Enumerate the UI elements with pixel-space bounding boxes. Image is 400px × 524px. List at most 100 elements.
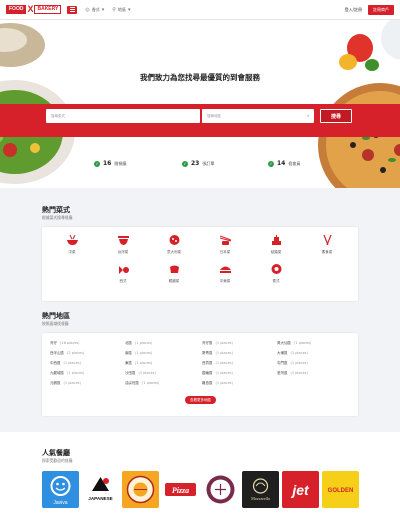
golden-logo: GOLDEN: [328, 488, 354, 494]
cuisine-item-chinese[interactable]: 中菜: [52, 235, 92, 255]
area-name: 荃灣區: [277, 371, 288, 375]
cuisine-item-vegetarian[interactable]: 素食菜: [307, 235, 347, 255]
area-link[interactable]: 灣仔 (16 places): [50, 341, 80, 346]
area-link[interactable]: 屯門區 (1 places): [277, 361, 308, 366]
restaurant-logo-javiva[interactable]: Javiva: [42, 471, 79, 508]
area-dropdown-label: 地區: [117, 6, 126, 12]
area-link[interactable]: 中西區 (1 places): [50, 361, 81, 366]
cuisine-label: 意大利菜: [167, 250, 181, 254]
cuisine-item-italian[interactable]: 意大利菜: [154, 235, 194, 255]
area-count: (1 places): [67, 371, 85, 375]
cuisine-label: 日本菜: [219, 250, 231, 254]
area-link[interactable]: 灣仔區 (1 places): [202, 341, 233, 346]
search-bar: 搜尋菜式 搜尋地區 ▾ 搜尋: [0, 104, 400, 137]
restaurant-logo-golden[interactable]: GOLDEN: [322, 471, 359, 508]
restaurant-logo-jet[interactable]: jet: [282, 471, 319, 508]
area-link[interactable]: 元朗區 (1 places): [50, 381, 81, 386]
restaurant-logo-japanese[interactable]: JAPANESE: [82, 471, 119, 508]
area-name: 西貢區: [202, 361, 213, 365]
area-name: 中西區: [50, 361, 61, 365]
logo-food-text: FOOD: [6, 5, 27, 14]
korean-pot-icon: [169, 265, 179, 273]
restaurant-logo-pizza[interactable]: Pizza: [162, 471, 199, 508]
login-link[interactable]: 登入/註冊: [345, 7, 362, 13]
more-areas-button[interactable]: 查看更多地區: [185, 396, 216, 404]
register-merchant-button[interactable]: 註冊商戶: [368, 4, 394, 15]
areas-subtitle: 按照區域找餐廳: [42, 321, 69, 326]
area-link[interactable]: 油尖旺區 (1 places): [125, 381, 159, 386]
thai-food-icon: [271, 264, 281, 274]
search-button[interactable]: 搜尋: [320, 109, 352, 123]
area-count: (1 places): [215, 361, 233, 365]
area-link[interactable]: 黃大仙區 (1 places): [277, 341, 311, 346]
cuisine-item-korean[interactable]: 韓國菜: [154, 264, 194, 284]
restaurants-subtitle: 探索受歡迎的餐廳: [42, 458, 73, 463]
cuisine-label: 韓國菜: [168, 279, 180, 283]
area-link[interactable]: 西半山區 (2 places): [50, 351, 84, 356]
area-link[interactable]: 離島區 (1 places): [202, 381, 233, 386]
area-link[interactable]: 荃灣區 (1 places): [277, 371, 308, 376]
restaurant-logo-thai[interactable]: [122, 471, 159, 508]
area-link[interactable]: 東區 (1 places): [125, 361, 152, 366]
cuisine-item-japanese[interactable]: 日本菜: [205, 235, 245, 255]
area-count: (1 places): [63, 381, 81, 385]
area-link[interactable]: 北區 (1 places): [125, 341, 152, 346]
area-count: (1 places): [142, 381, 160, 385]
page: FOOD X BAKERY ◎ 香式 ▾ ⚲ 地區 ▾ 登入/註冊 註冊商戶 我…: [0, 0, 400, 524]
cuisine-item-western[interactable]: 西式: [103, 264, 143, 284]
area-link[interactable]: 九龍城區 (1 places): [50, 371, 84, 376]
cuisine-item-middle-east[interactable]: 中東菜: [205, 264, 245, 284]
area-link[interactable]: 大埔區 (1 places): [277, 351, 308, 356]
chevron-down-icon: ▾: [307, 114, 309, 118]
area-link[interactable]: 沙田區 (1 places): [125, 371, 156, 376]
stat-label: 個會員: [288, 160, 301, 166]
cuisine-item-taiwanese[interactable]: 台灣菜: [103, 235, 143, 255]
area-count: (1 places): [290, 371, 308, 375]
area-link[interactable]: 南區 (1 places): [125, 351, 152, 356]
stat-members: ✓ 14 個會員: [268, 160, 300, 167]
area-count: (1 places): [135, 341, 153, 345]
area-name: 屯門區: [277, 361, 288, 365]
wedding-cake-icon: [271, 235, 281, 245]
cuisine-dropdown[interactable]: ◎ 香式 ▾: [85, 7, 104, 13]
area-count: (1 places): [215, 341, 233, 345]
area-count: (1 places): [290, 351, 308, 355]
svg-text:Mozzarella: Mozzarella: [251, 496, 270, 501]
svg-text:Javiva: Javiva: [53, 500, 67, 506]
area-link[interactable]: 觀塘區 (1 places): [202, 371, 233, 376]
hero-title: 我們致力為您找尋最優質的到會服務: [140, 73, 260, 82]
area-select[interactable]: 搜尋地區 ▾: [202, 109, 314, 123]
area-count: (1 places): [290, 361, 308, 365]
area-count: (2 places): [67, 351, 85, 355]
area-link[interactable]: 葵青區 (1 places): [202, 351, 233, 356]
area-name: 黃大仙區: [277, 341, 291, 345]
cuisine-search-input[interactable]: 搜尋菜式: [46, 109, 200, 123]
area-count: (1 places): [138, 371, 156, 375]
cuisine-item-thai[interactable]: 泰式: [256, 264, 296, 284]
area-count: (1 places): [215, 351, 233, 355]
area-dropdown[interactable]: ⚲ 地區 ▾: [112, 7, 130, 13]
japanese-logo: JAPANESE: [88, 477, 113, 501]
restaurant-logo-seal[interactable]: [202, 471, 239, 508]
area-link[interactable]: 西貢區 (1 places): [202, 361, 233, 366]
cuisine-item-wedding[interactable]: 結婚菜: [256, 235, 296, 255]
stat-value: 16: [103, 160, 112, 167]
svg-text:GOLDEN: GOLDEN: [328, 488, 354, 494]
logo-x-text: X: [27, 4, 34, 14]
svg-text:jet: jet: [290, 482, 310, 498]
area-name: 葵青區: [202, 351, 213, 355]
site-logo[interactable]: FOOD X BAKERY: [6, 4, 62, 16]
area-name: 西半山區: [50, 351, 64, 355]
restaurants-title: 人氣餐廳: [42, 449, 70, 457]
hamburger-menu-button[interactable]: [67, 5, 78, 14]
check-circle-icon: ✓: [268, 160, 274, 167]
area-count: (1 places): [294, 341, 312, 345]
cuisines-subtitle: 根據菜式搜尋餐廳: [42, 215, 73, 220]
areas-title: 熱門地區: [42, 312, 70, 320]
cuisines-card: 中菜 台灣菜 意大利菜 日本菜 結婚菜 素食菜 西式 韓國菜 中東菜 泰式: [42, 227, 358, 301]
area-name: 沙田區: [125, 371, 136, 375]
restaurant-logo-mozzarella[interactable]: Mozzarella: [242, 471, 279, 508]
thai-logo: [126, 475, 155, 504]
cuisine-label: 台灣菜: [117, 250, 129, 254]
area-count: (1 places): [215, 381, 233, 385]
